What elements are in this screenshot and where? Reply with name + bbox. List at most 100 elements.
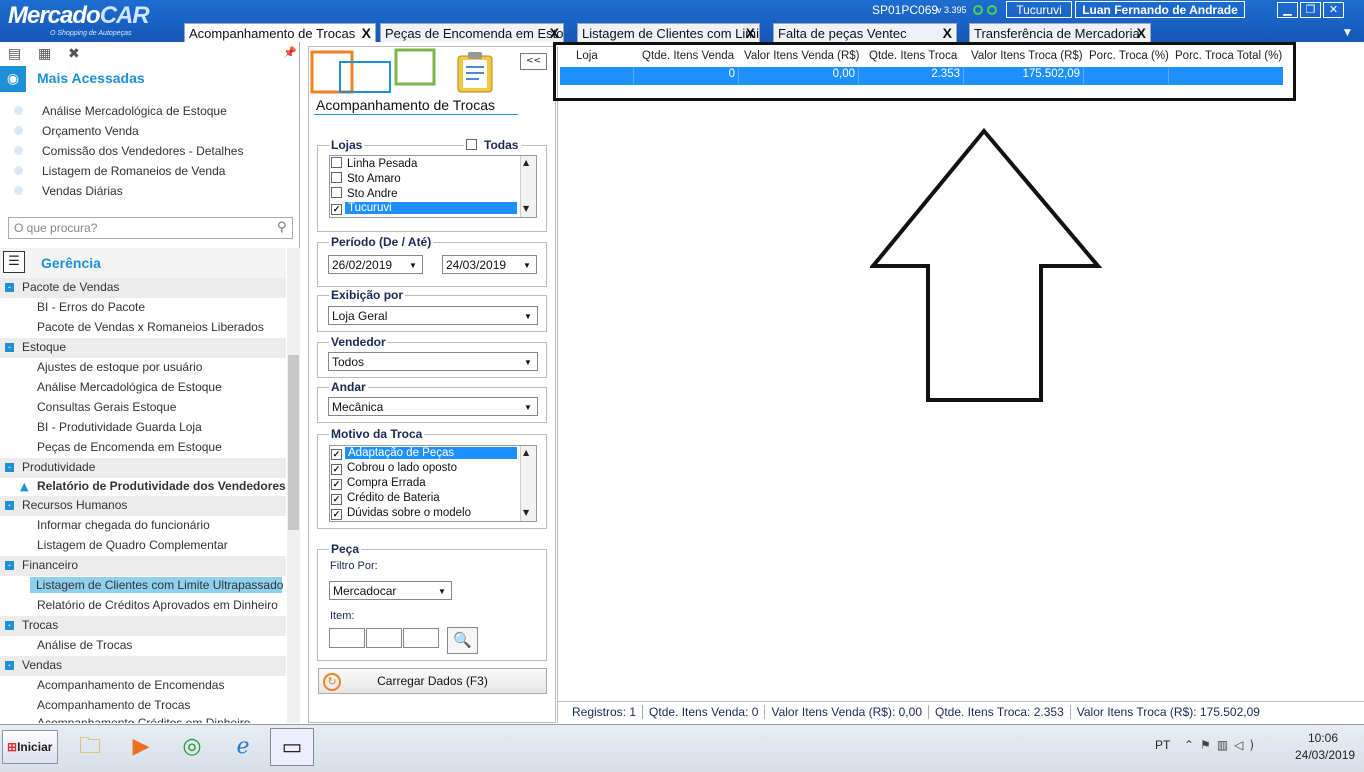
media-player-icon[interactable]: ▶ xyxy=(121,728,161,766)
collapse-icon[interactable]: - xyxy=(5,501,14,510)
menu-item[interactable]: Consultas Gerais Estoque xyxy=(37,400,176,414)
collapse-icon[interactable]: - xyxy=(5,661,14,670)
chevron-down-icon[interactable]: ▼ xyxy=(521,310,535,323)
scroll-up-icon[interactable]: ▲ xyxy=(523,448,529,457)
store-item[interactable]: Linha Pesada xyxy=(331,157,417,170)
tab-pecas-encomenda[interactable]: Peças de Encomenda em Estoq X xyxy=(380,23,564,42)
collapse-panel-button[interactable]: << xyxy=(520,53,547,70)
favorite-item[interactable]: Vendas Diárias xyxy=(14,184,123,198)
checkbox[interactable] xyxy=(331,157,342,168)
menu-item-selected[interactable]: Listagem de Clientes com Limite Ultrapas… xyxy=(30,577,283,593)
search-item-button[interactable]: 🔍 xyxy=(447,627,478,654)
current-user[interactable]: Luan Fernando de Andrade xyxy=(1075,1,1245,18)
all-stores-checkbox[interactable]: Todas xyxy=(464,138,523,152)
app-window-icon[interactable]: ▭ xyxy=(270,728,314,766)
item-code-field-2[interactable] xyxy=(366,628,402,648)
menu-item[interactable]: BI - Produtividade Guarda Loja xyxy=(37,420,202,434)
group-pacote-vendas[interactable]: - Pacote de Vendas xyxy=(0,278,286,298)
print-icon[interactable]: ▤ xyxy=(8,46,26,62)
checkbox[interactable] xyxy=(331,172,342,183)
clock-date[interactable]: 24/03/2019 xyxy=(1295,748,1355,762)
tools-icon[interactable]: ✖ xyxy=(68,46,86,62)
internet-explorer-icon[interactable]: ℯ xyxy=(223,728,263,766)
calculator-icon[interactable]: ▦ xyxy=(38,46,56,62)
checkbox-checked[interactable]: ✓ xyxy=(331,479,342,490)
tab-transferencia[interactable]: Transferência de Mercadoria X xyxy=(969,23,1151,42)
checkbox[interactable] xyxy=(466,139,477,150)
date-to-field[interactable]: 24/03/2019 ▼ xyxy=(442,255,537,274)
group-trocas[interactable]: - Trocas xyxy=(0,616,286,636)
load-data-button[interactable]: Carregar Dados (F3) xyxy=(318,668,547,694)
search-input[interactable]: O que procura? xyxy=(8,217,293,239)
group-recursos-humanos[interactable]: - Recursos Humanos xyxy=(0,496,286,516)
close-tab-icon[interactable]: X xyxy=(746,25,755,41)
filter-by-select[interactable]: Mercadocar ▼ xyxy=(329,581,452,600)
collapse-icon[interactable]: - xyxy=(5,561,14,570)
maximize-button[interactable]: ❐ xyxy=(1300,2,1321,18)
chevron-down-icon[interactable]: ▼ xyxy=(520,259,534,272)
store-item-selected[interactable]: ✓ Tucuruvi xyxy=(331,202,517,215)
seller-select[interactable]: Todos ▼ xyxy=(328,352,538,371)
menu-item[interactable]: Acompanhamento Créditos em Dinheiro xyxy=(37,716,250,723)
checkbox-checked[interactable]: ✓ xyxy=(331,464,342,475)
collapse-icon[interactable]: - xyxy=(5,463,14,472)
scroll-down-icon[interactable]: ▼ xyxy=(523,508,529,517)
file-explorer-icon[interactable]: 🗀 xyxy=(70,728,110,766)
reason-item-selected[interactable]: ✓ Adaptação de Peças xyxy=(331,447,517,460)
favorite-item[interactable]: Orçamento Venda xyxy=(14,124,139,138)
scroll-up-icon[interactable]: ▲ xyxy=(523,158,529,167)
display-select[interactable]: Loja Geral ▼ xyxy=(328,306,538,325)
start-button[interactable]: ⊞Iniciar xyxy=(2,730,58,764)
reason-item[interactable]: ✓ Dúvidas sobre o modelo xyxy=(331,507,471,520)
tab-falta-pecas[interactable]: Falta de peças Ventec X xyxy=(773,23,957,42)
group-produtividade[interactable]: - Produtividade xyxy=(0,458,286,478)
tabs-dropdown-icon[interactable]: ▼ xyxy=(1344,28,1351,38)
reason-item[interactable]: ✓ Cobrou o lado oposto xyxy=(331,462,457,475)
group-financeiro[interactable]: - Financeiro xyxy=(0,556,286,576)
language-indicator[interactable]: PT xyxy=(1155,738,1170,752)
reason-item[interactable]: ✓ Crédito de Bateria xyxy=(331,492,440,505)
clock-time[interactable]: 10:06 xyxy=(1295,731,1351,745)
system-tray-icons[interactable]: ⌃⚑▥◁) xyxy=(1184,738,1260,752)
close-tab-icon[interactable]: X xyxy=(362,25,371,41)
chevron-down-icon[interactable]: ▼ xyxy=(435,585,449,598)
current-store[interactable]: Tucuruvi xyxy=(1006,1,1072,18)
favorite-item[interactable]: Análise Mercadológica de Estoque xyxy=(14,104,227,118)
menu-item[interactable]: Análise de Trocas xyxy=(37,638,132,652)
floor-select[interactable]: Mecânica ▼ xyxy=(328,397,538,416)
chrome-icon[interactable]: ◎ xyxy=(172,728,212,766)
checkbox-checked[interactable]: ✓ xyxy=(331,204,342,215)
menu-item[interactable]: Informar chegada do funcionário xyxy=(37,518,210,532)
collapse-icon[interactable]: - xyxy=(5,621,14,630)
store-item[interactable]: Sto Andre xyxy=(331,187,398,200)
menu-item[interactable]: Pacote de Vendas x Romaneios Liberados xyxy=(37,320,264,334)
close-window-button[interactable]: ✕ xyxy=(1323,2,1344,18)
collapse-icon[interactable]: - xyxy=(5,283,14,292)
menu-item[interactable]: Relatório de Produtividade dos Vendedore… xyxy=(37,479,286,493)
close-tab-icon[interactable]: X xyxy=(943,25,952,41)
menu-item[interactable]: Análise Mercadológica de Estoque xyxy=(37,380,222,394)
chevron-down-icon[interactable]: ▼ xyxy=(406,259,420,272)
store-item[interactable]: Sto Amaro xyxy=(331,172,401,185)
tab-acompanhamento-trocas[interactable]: Acompanhamento de Trocas X xyxy=(184,23,376,42)
scroll-down-icon[interactable]: ▼ xyxy=(523,204,529,213)
date-from-field[interactable]: 26/02/2019 ▼ xyxy=(328,255,423,274)
tab-listagem-clientes[interactable]: Listagem de Clientes com Limi X xyxy=(577,23,760,42)
favorite-item[interactable]: Listagem de Romaneios de Venda xyxy=(14,164,225,178)
close-tab-icon[interactable]: X xyxy=(1137,25,1146,41)
checkbox-checked[interactable]: ✓ xyxy=(331,494,342,505)
chevron-down-icon[interactable]: ▼ xyxy=(521,401,535,414)
reason-item[interactable]: ✓ Compra Errada xyxy=(331,477,426,490)
group-estoque[interactable]: - Estoque xyxy=(0,338,286,358)
checkbox[interactable] xyxy=(331,187,342,198)
minimize-button[interactable]: ▁ xyxy=(1277,2,1298,18)
menu-item[interactable]: Ajustes de estoque por usuário xyxy=(37,360,202,374)
menu-item[interactable]: Acompanhamento de Trocas xyxy=(37,698,190,712)
menu-item[interactable]: Listagem de Quadro Complementar xyxy=(37,538,228,552)
close-tab-icon[interactable]: X xyxy=(550,25,559,41)
menu-item[interactable]: Peças de Encomenda em Estoque xyxy=(37,440,222,454)
item-code-field-3[interactable] xyxy=(403,628,439,648)
item-code-field-1[interactable] xyxy=(329,628,365,648)
menu-item[interactable]: Relatório de Créditos Aprovados em Dinhe… xyxy=(37,598,278,612)
collapse-icon[interactable]: - xyxy=(5,343,14,352)
